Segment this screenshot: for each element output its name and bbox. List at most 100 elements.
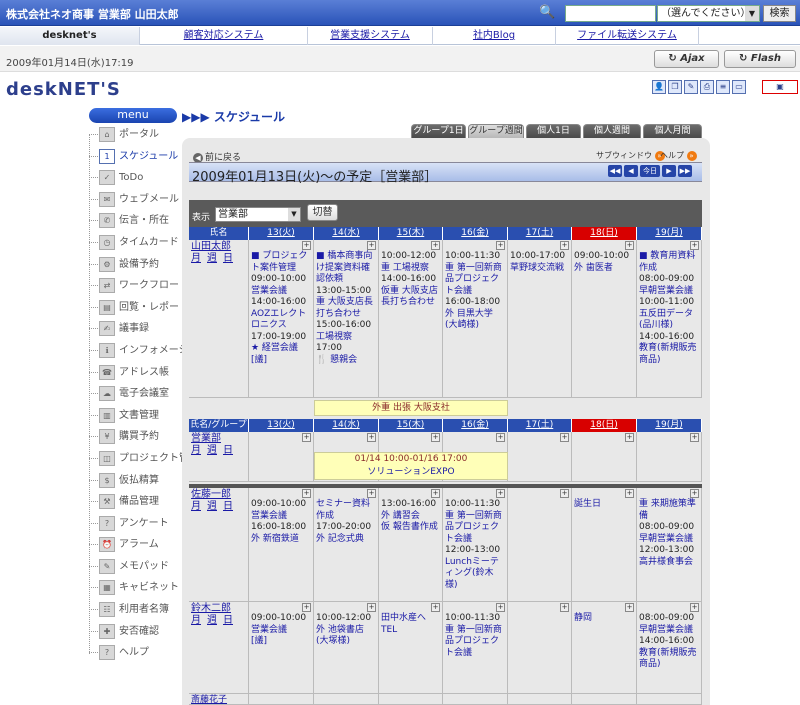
subwindow-link[interactable]: サブウィンドウ » (596, 150, 665, 161)
event-text[interactable]: 重 第一回新商品プロジェクト会議 (445, 263, 505, 298)
tab-group-week[interactable]: グループ週間 (468, 124, 524, 138)
event-text[interactable]: 早朝営業会議 (639, 625, 699, 637)
schedule-cell[interactable]: + (637, 432, 702, 482)
add-event-icon[interactable]: + (625, 433, 634, 442)
expo-title[interactable]: ソリューションEXPO (315, 466, 507, 479)
day-link[interactable]: 日 (223, 501, 233, 513)
next-week-icon[interactable]: ▶▶ (678, 165, 692, 177)
day-header[interactable]: 16(金) (443, 419, 508, 432)
day-header[interactable]: 13(火) (249, 419, 314, 432)
tab-personal-day[interactable]: 個人1日 (526, 124, 581, 138)
trip-banner[interactable]: 外重 出張 大阪支社 (314, 400, 508, 416)
event-text[interactable]: [議] (251, 636, 311, 648)
event-text[interactable]: 外 記念式典 (316, 534, 376, 546)
menu-item-10[interactable]: ℹ インフォメーション (89, 340, 209, 362)
day-header[interactable]: 19(月) (637, 227, 702, 240)
event-text[interactable]: 外 池袋書店(大塚様) (316, 625, 376, 648)
edit-icon[interactable]: ✎ (684, 80, 698, 94)
add-event-icon[interactable]: + (496, 241, 505, 250)
user-name-link[interactable]: 斎藤花子 (191, 695, 227, 704)
event-text[interactable]: ■ 橋本商事向け提案資料確認依頼 (316, 251, 376, 286)
schedule-cell[interactable]: +09:00-10:00 営業会議 [議] (249, 602, 314, 694)
schedule-cell[interactable]: +10:00-17:00 草野球交流戦 (508, 240, 572, 398)
event-text[interactable]: 営業会議 (251, 511, 311, 523)
add-event-icon[interactable]: + (690, 603, 699, 612)
add-event-icon[interactable]: + (431, 433, 440, 442)
user-name-link[interactable]: 佐藤一郎 (191, 489, 231, 501)
event-text[interactable]: AOZエレクトロニクス (251, 309, 311, 332)
name-cell[interactable]: 鈴木二郎月週日 (189, 602, 249, 694)
month-link[interactable]: 月 (191, 501, 201, 513)
search-input[interactable] (565, 5, 656, 22)
schedule-cell[interactable] (443, 694, 508, 705)
menu-item-11[interactable]: ☎ アドレス帳 (89, 362, 181, 384)
user-name-link[interactable]: 山田太郎 (191, 241, 231, 253)
group-select[interactable]: 営業部 ▼ (215, 207, 301, 222)
add-event-icon[interactable]: + (496, 603, 505, 612)
print-icon[interactable]: ⎙ (700, 80, 714, 94)
menu-item-0[interactable]: ⌂ ポータル (89, 124, 181, 146)
search-button[interactable]: 検索 (763, 5, 796, 22)
schedule-cell[interactable]: + ■ プロジェクト案件管理 09:00-10:00 営業会議 14:00-16:00 A… (249, 240, 314, 398)
menu-item-23[interactable]: ✚ 安否確認 (89, 621, 181, 643)
menu-item-7[interactable]: ⇄ ワークフロー (89, 275, 181, 297)
day-header[interactable]: 15(木) (379, 419, 443, 432)
add-event-icon[interactable]: + (302, 603, 311, 612)
menu-item-13[interactable]: ▥ 文書管理 (89, 405, 181, 427)
schedule-cell[interactable]: + (508, 602, 572, 694)
add-event-icon[interactable]: + (560, 241, 569, 250)
event-text[interactable]: 外 目黒大学(大崎様) (445, 309, 505, 332)
menu-item-20[interactable]: ✎ メモパッド (89, 556, 181, 578)
next-day-icon[interactable]: ▶ (662, 165, 676, 177)
schedule-cell[interactable]: +09:00-10:00 外 歯医者 (572, 240, 637, 398)
add-event-icon[interactable]: + (302, 241, 311, 250)
add-event-icon[interactable]: + (560, 489, 569, 498)
menu-item-2[interactable]: ✓ ToDo (89, 167, 181, 189)
name-cell[interactable]: 斎藤花子 (189, 694, 249, 705)
event-text[interactable]: 誕生日 (574, 499, 634, 511)
list-icon[interactable]: ≡ (716, 80, 730, 94)
search-icon[interactable]: 🔍 (539, 5, 555, 21)
schedule-cell[interactable] (314, 694, 379, 705)
today-button[interactable]: 今日 (640, 165, 660, 177)
add-event-icon[interactable]: + (367, 603, 376, 612)
menu-item-6[interactable]: ⚙ 設備予約 (89, 254, 181, 276)
event-text[interactable]: 田中水産へTEL (381, 613, 440, 636)
schedule-cell[interactable]: +10:00-11:30 重 第一回新商品プロジェクト会議 16:00-18:00 外… (443, 240, 508, 398)
event-text[interactable]: 外 新宿鉄道 (251, 534, 311, 546)
tab-desknets[interactable]: desknet's (0, 27, 140, 45)
schedule-cell[interactable]: + 静岡 (572, 602, 637, 694)
monitor-icon[interactable]: ▭ (732, 80, 746, 94)
prev-day-icon[interactable]: ◀ (624, 165, 638, 177)
day-header[interactable]: 13(火) (249, 227, 314, 240)
add-event-icon[interactable]: + (367, 489, 376, 498)
tab-filetransfer[interactable]: ファイル転送システム (556, 27, 699, 45)
event-text[interactable]: 教育(新規販売商品) (639, 343, 699, 366)
schedule-cell[interactable]: + (572, 432, 637, 482)
week-link[interactable]: 週 (207, 615, 217, 627)
event-text[interactable]: 静岡 (574, 613, 634, 625)
add-event-icon[interactable]: + (560, 433, 569, 442)
event-text[interactable]: 重 工場視察 (381, 263, 440, 275)
day-link[interactable]: 日 (223, 253, 233, 265)
window-icon[interactable]: ▣ (762, 80, 798, 94)
schedule-cell[interactable]: + ■ 教育用資料作成 08:00-09:00 早朝営業会議 10:00-11:00 五反… (637, 240, 702, 398)
event-text[interactable]: 🍴 懇親会 (316, 355, 376, 367)
event-text[interactable]: 重 来期施策準備 (639, 499, 699, 522)
event-text[interactable]: 仮 報告書作成 (381, 522, 440, 534)
prev-week-icon[interactable]: ◀◀ (608, 165, 622, 177)
name-cell[interactable]: 佐藤一郎月週日 (189, 488, 249, 602)
day-header[interactable]: 18(日) (572, 227, 637, 240)
user-icon[interactable]: 👤 (652, 80, 666, 94)
schedule-cell[interactable] (637, 694, 702, 705)
tab-personal-month[interactable]: 個人月間 (643, 124, 702, 138)
schedule-cell[interactable]: + (508, 432, 572, 482)
tab-sales[interactable]: 営業支援システム (308, 27, 433, 45)
event-text[interactable]: 外 講習会 (381, 511, 440, 523)
menu-item-22[interactable]: ☷ 利用者名簿 (89, 599, 181, 621)
tab-personal-week[interactable]: 個人週間 (583, 124, 641, 138)
schedule-cell[interactable]: +08:00-09:00 早朝営業会議 14:00-16:00 教育(新規販売商品) (637, 602, 702, 694)
schedule-cell[interactable]: +13:00-16:00 外 講習会仮 報告書作成 (379, 488, 443, 602)
schedule-cell[interactable]: +10:00-11:30 重 第一回新商品プロジェクト会議 (443, 602, 508, 694)
ajax-button[interactable]: ↻ Ajax (654, 50, 719, 68)
